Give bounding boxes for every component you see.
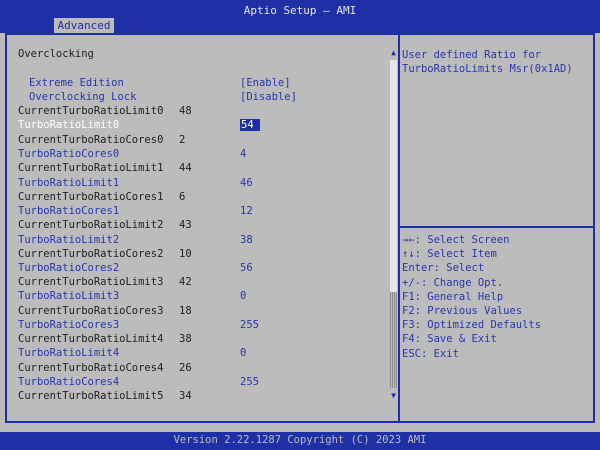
field-label: TurboRatioLimit4 — [18, 347, 120, 359]
key-hint: F2: Previous Values — [402, 305, 523, 318]
info-label: CurrentTurboRatioCores0 — [18, 134, 164, 146]
info-row: CurrentTurboRatioCores0 2 — [0, 134, 390, 148]
info-label: CurrentTurboRatioCores4 — [18, 362, 164, 374]
info-row: CurrentTurboRatioCores2 10 — [0, 248, 390, 262]
info-row: CurrentTurboRatioLimit4 38 — [0, 333, 390, 347]
option-label: Overclocking Lock — [29, 91, 137, 103]
field-value-selected[interactable]: 54 — [240, 119, 260, 131]
field-value[interactable]: 255 — [240, 376, 259, 388]
info-label: CurrentTurboRatioCores2 — [18, 248, 164, 260]
option-overclocking-lock[interactable]: Overclocking Lock [Disable] — [0, 91, 390, 105]
option-value[interactable]: [Disable] — [240, 91, 297, 103]
key-legend: →←: Select Screen ↑↓: Select Item Enter:… — [402, 233, 592, 361]
field-value[interactable]: 12 — [240, 205, 253, 217]
field-value[interactable]: 0 — [240, 347, 246, 359]
info-value: 42 — [179, 276, 192, 288]
title-bar: Aptio Setup – AMI Advanced — [0, 0, 600, 33]
scroll-up-arrow-icon[interactable]: ▲ — [389, 48, 398, 57]
tab-advanced[interactable]: Advanced — [54, 18, 114, 33]
field-label: TurboRatioCores0 — [18, 148, 120, 160]
field-turbo-ratio-limit4[interactable]: TurboRatioLimit4 0 — [0, 347, 390, 361]
field-turbo-ratio-limit3[interactable]: TurboRatioLimit3 0 — [0, 290, 390, 304]
footer-bar: Version 2.22.1287 Copyright (C) 2023 AMI — [0, 432, 600, 450]
section-title: Overclocking — [18, 48, 94, 60]
window-title: Aptio Setup – AMI — [243, 4, 357, 17]
option-label: Extreme Edition — [29, 77, 124, 89]
info-value: 6 — [179, 191, 186, 203]
field-label: TurboRatioCores1 — [18, 205, 120, 217]
info-value: 26 — [179, 362, 192, 374]
key-hint: →←: Select Screen — [402, 234, 510, 246]
help-divider — [400, 226, 593, 228]
field-label: TurboRatioLimit3 — [18, 290, 120, 302]
info-row: CurrentTurboRatioLimit3 42 — [0, 276, 390, 290]
help-text: User defined Ratio for TurboRatioLimits … — [402, 48, 592, 76]
info-value: 43 — [179, 219, 192, 231]
help-line: TurboRatioLimits Msr(0x1AD) — [402, 63, 573, 75]
field-turbo-ratio-limit1[interactable]: TurboRatioLimit1 46 — [0, 177, 390, 191]
info-label: CurrentTurboRatioLimit3 — [18, 276, 164, 288]
info-row: CurrentTurboRatioLimit5 34 — [0, 390, 390, 404]
info-row: CurrentTurboRatioLimit0 48 — [0, 105, 390, 119]
key-hint: F1: General Help — [402, 290, 504, 303]
field-label: TurboRatioCores4 — [18, 376, 120, 388]
info-value: 38 — [179, 333, 192, 345]
info-value: 44 — [179, 162, 192, 174]
info-label: CurrentTurboRatioCores1 — [18, 191, 164, 203]
field-value[interactable]: 46 — [240, 177, 253, 189]
info-value: 10 — [179, 248, 192, 260]
info-value: 2 — [179, 134, 186, 146]
info-row: CurrentTurboRatioLimit1 44 — [0, 162, 390, 176]
scrollbar-thumb[interactable] — [390, 60, 397, 292]
info-value: 34 — [179, 390, 192, 402]
field-label: TurboRatioLimit1 — [18, 177, 120, 189]
info-label: CurrentTurboRatioLimit1 — [18, 162, 164, 174]
field-label: TurboRatioCores3 — [18, 319, 120, 331]
field-turbo-ratio-limit0[interactable]: TurboRatioLimit0 54 — [0, 119, 390, 133]
field-turbo-ratio-cores4[interactable]: TurboRatioCores4 255 — [0, 376, 390, 390]
field-turbo-ratio-limit2[interactable]: TurboRatioLimit2 38 — [0, 234, 390, 248]
info-label: CurrentTurboRatioLimit5 — [18, 390, 164, 402]
field-value[interactable]: 0 — [240, 290, 246, 302]
field-turbo-ratio-cores3[interactable]: TurboRatioCores3 255 — [0, 319, 390, 333]
info-label: CurrentTurboRatioLimit2 — [18, 219, 164, 231]
field-label: TurboRatioCores2 — [18, 262, 120, 274]
info-value: 18 — [179, 305, 192, 317]
info-label: CurrentTurboRatioCores3 — [18, 305, 164, 317]
field-value[interactable]: 4 — [240, 148, 246, 160]
help-line: User defined Ratio for — [402, 49, 542, 61]
key-hint: ESC: Exit — [402, 347, 459, 360]
info-row: CurrentTurboRatioCores1 6 — [0, 191, 390, 205]
info-row: CurrentTurboRatioCores4 26 — [0, 362, 390, 376]
footer-version: Version 2.22.1287 Copyright (C) 2023 AMI — [173, 434, 427, 446]
info-row: CurrentTurboRatioCores3 18 — [0, 305, 390, 319]
key-hint: +/-: Change Opt. — [402, 276, 504, 289]
field-value[interactable]: 38 — [240, 234, 253, 246]
field-turbo-ratio-cores0[interactable]: TurboRatioCores0 4 — [0, 148, 390, 162]
field-value[interactable]: 255 — [240, 319, 259, 331]
field-value[interactable]: 56 — [240, 262, 253, 274]
key-hint: F4: Save & Exit — [402, 333, 497, 346]
field-turbo-ratio-cores2[interactable]: TurboRatioCores2 56 — [0, 262, 390, 276]
section-title-row: Overclocking — [0, 48, 390, 62]
field-turbo-ratio-cores1[interactable]: TurboRatioCores1 12 — [0, 205, 390, 219]
field-label: TurboRatioLimit2 — [18, 234, 120, 246]
info-row: CurrentTurboRatioLimit2 43 — [0, 219, 390, 233]
scroll-down-arrow-icon[interactable]: ▼ — [389, 391, 398, 400]
option-extreme-edition[interactable]: Extreme Edition [Enable] — [0, 77, 390, 91]
key-hint: ↑↓: Select Item — [402, 248, 497, 261]
key-hint: Enter: Select — [402, 262, 485, 275]
info-label: CurrentTurboRatioLimit0 — [18, 105, 164, 117]
panel-divider — [398, 33, 400, 423]
info-value: 48 — [179, 105, 192, 117]
option-value[interactable]: [Enable] — [240, 77, 291, 89]
field-label: TurboRatioLimit0 — [18, 119, 120, 131]
info-label: CurrentTurboRatioLimit4 — [18, 333, 164, 345]
key-hint: F3: Optimized Defaults — [402, 319, 542, 332]
